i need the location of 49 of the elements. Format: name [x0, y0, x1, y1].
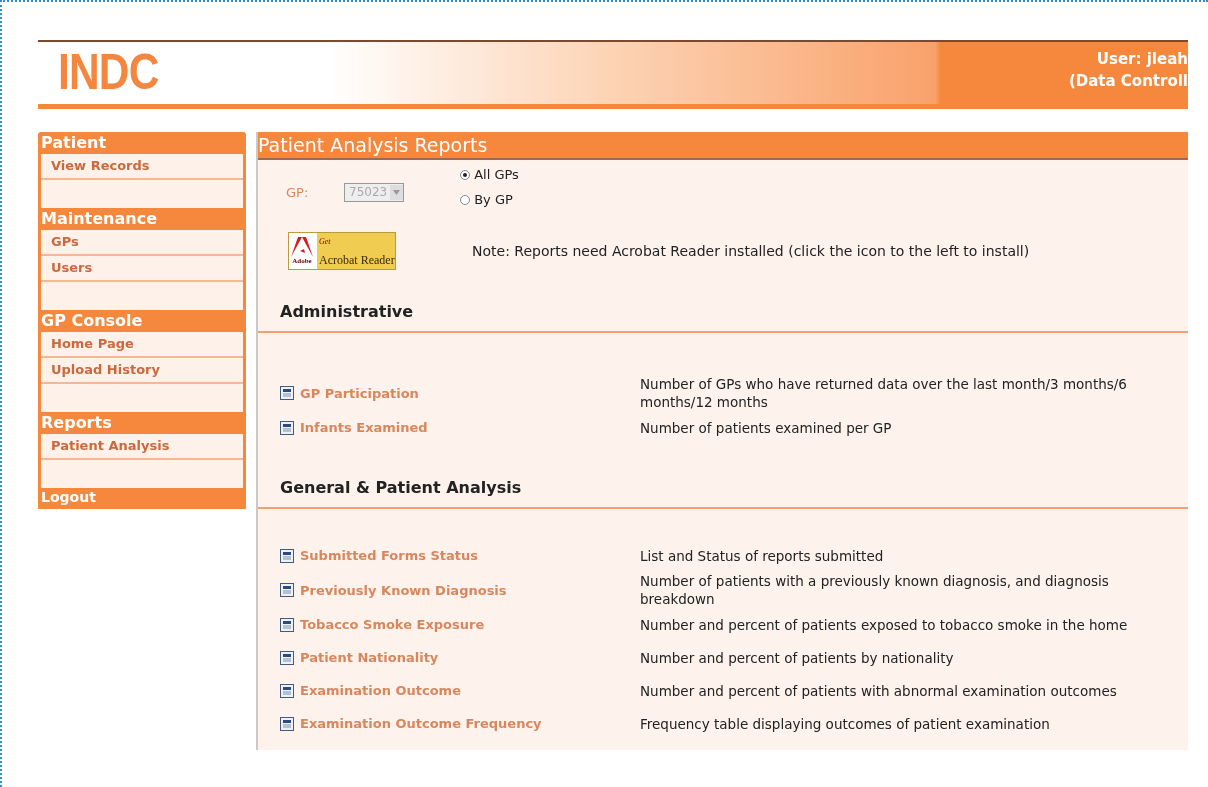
document-icon: [280, 716, 294, 731]
caret-icon: [390, 184, 404, 200]
report-description: Number and percent of patients by nationality: [640, 648, 955, 667]
sidebar-item[interactable]: Home Page: [41, 332, 243, 358]
sidebar-item[interactable]: GPs: [41, 230, 243, 256]
radio-button[interactable]: [460, 194, 471, 205]
report-link[interactable]: GP Participation: [300, 385, 419, 401]
document-icon: [280, 617, 294, 632]
report-description: Number of patients with a previously known diagnosis, and diagnosis breakdown: [640, 572, 1110, 608]
radio-button[interactable]: [460, 169, 471, 180]
document-icon: [280, 583, 294, 597]
report-link[interactable]: Tobacco Smoke Exposure: [300, 617, 485, 632]
logo: INDC: [58, 43, 159, 102]
report-description: Frequency table displaying outcomes of patient examination: [640, 714, 1051, 733]
sidebar-item[interactable]: View Records: [41, 154, 243, 180]
sidebar-item[interactable]: Upload History: [41, 358, 243, 384]
document-icon: [280, 650, 294, 665]
report-link[interactable]: Examination Outcome: [300, 683, 461, 698]
sidebar-item[interactable]: Patient Analysis: [41, 434, 243, 460]
radio-label: All GPs: [474, 167, 519, 182]
report-link[interactable]: Submitted Forms Status: [300, 548, 479, 563]
install-note: Note: Reports need Acrobat Reader installed (click the icon to the left to install): [472, 243, 1030, 259]
report-link[interactable]: Infants Examined: [300, 420, 428, 435]
sidebar-heading: Patient: [41, 132, 108, 154]
report-description: Number and percent of patients with abnormal examination outcomes: [640, 681, 1118, 700]
user-role: (Data Controll: [1068, 71, 1188, 92]
report-link[interactable]: Patient Nationality: [300, 650, 439, 665]
document-icon: [280, 548, 294, 563]
report-link[interactable]: Examination Outcome Frequency: [300, 716, 542, 731]
report-link[interactable]: Previously Known Diagnosis: [300, 582, 507, 598]
gp-label: GP:: [286, 184, 310, 200]
section-heading: General & Patient Analysis: [279, 477, 523, 499]
panel-title: Patient Analysis Reports: [258, 132, 1188, 160]
report-description: List and Status of reports submitted: [640, 546, 885, 565]
report-description: Number of GPs who have returned data over the last month/3 months/6 months/12 months: [640, 375, 1128, 411]
document-icon: [280, 683, 294, 698]
sidebar-heading: Maintenance: [41, 208, 158, 230]
radio-label: By GP: [474, 192, 513, 207]
document-icon: [280, 420, 294, 435]
report-description: Number of patients examined per GP: [640, 418, 893, 437]
user-name: User: jleah: [1096, 49, 1188, 70]
sidebar-heading: Reports: [41, 412, 113, 434]
sidebar-heading: GP Console: [41, 310, 144, 332]
adobe-logo-icon: [291, 237, 313, 257]
sidebar-item[interactable]: Users: [41, 256, 243, 282]
report-description: Number and percent of patients exposed to tobacco smoke in the home: [640, 615, 1129, 634]
sidebar-heading: Logout: [41, 488, 97, 506]
section-heading: Administrative: [279, 301, 415, 323]
document-icon: [280, 386, 294, 400]
